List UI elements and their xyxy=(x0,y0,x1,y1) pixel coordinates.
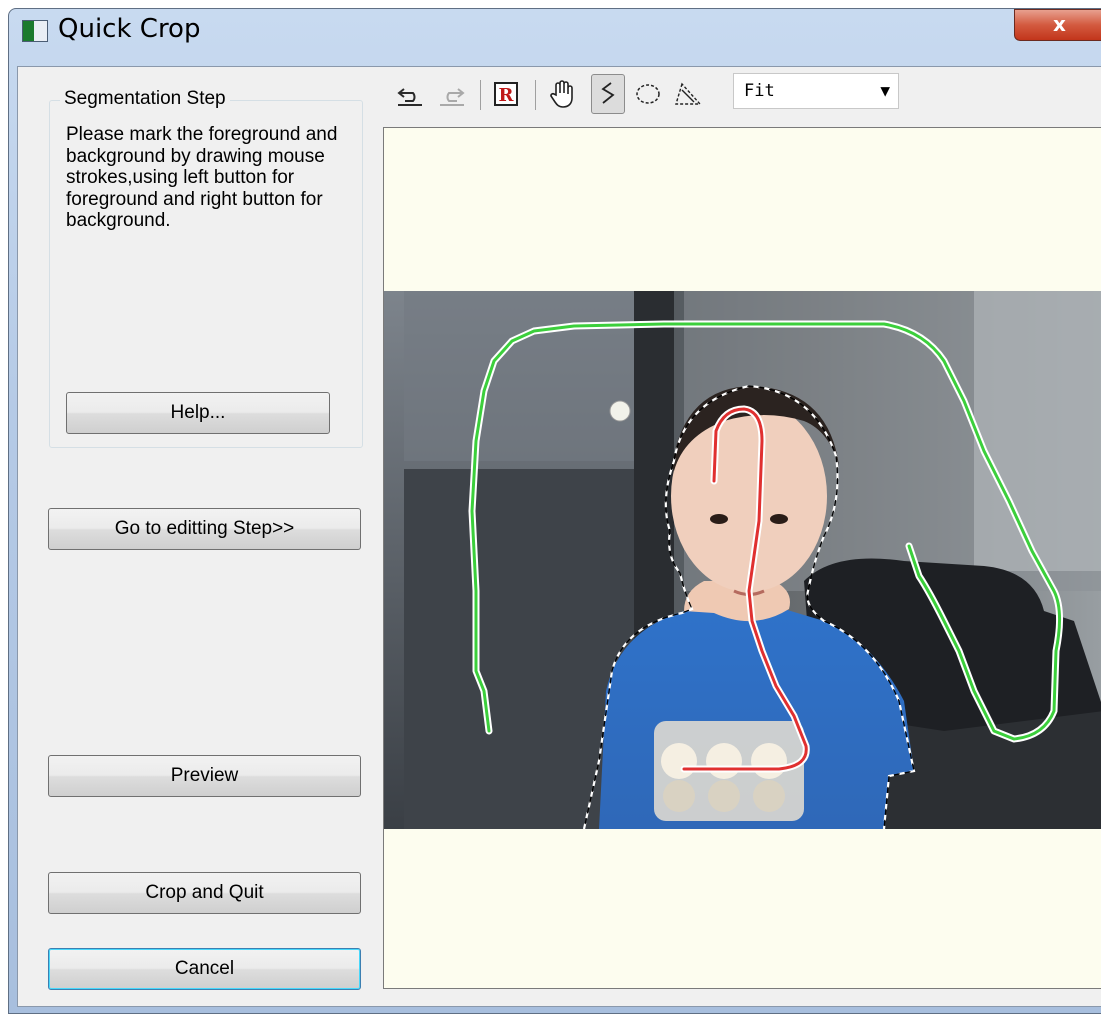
zoom-select-value: Fit xyxy=(744,81,775,101)
app-icon xyxy=(22,20,48,42)
crop-and-quit-button[interactable]: Crop and Quit xyxy=(48,872,361,914)
ellipse-select-icon[interactable] xyxy=(631,74,665,114)
stroke-brush-icon[interactable] xyxy=(591,74,625,114)
cancel-button[interactable]: Cancel xyxy=(48,948,361,990)
go-to-editing-step-button[interactable]: Go to editting Step>> xyxy=(48,508,361,550)
zoom-select[interactable]: Fit ▼ xyxy=(733,73,899,109)
help-button[interactable]: Help... xyxy=(66,392,330,434)
preview-button[interactable]: Preview xyxy=(48,755,361,797)
polygon-select-icon[interactable] xyxy=(671,74,705,114)
segmentation-group-title: Segmentation Step xyxy=(60,88,230,110)
quick-crop-window: Quick Crop x Segmentation Step Please ma… xyxy=(0,0,1101,1021)
window-title: Quick Crop xyxy=(58,14,201,44)
svg-text:R: R xyxy=(499,85,515,106)
close-button[interactable]: x xyxy=(1014,9,1101,41)
redo-icon[interactable] xyxy=(435,74,469,114)
photo-image xyxy=(384,291,1101,829)
image-canvas[interactable] xyxy=(383,127,1101,989)
instructions-text: Please mark the foreground and backgroun… xyxy=(66,124,338,231)
toolbar-separator xyxy=(480,80,481,110)
undo-icon[interactable] xyxy=(393,74,427,114)
chevron-down-icon[interactable]: ▼ xyxy=(880,74,890,108)
toolbar-separator xyxy=(535,80,536,110)
hand-icon[interactable] xyxy=(545,74,579,114)
reset-icon[interactable]: R xyxy=(489,74,523,114)
